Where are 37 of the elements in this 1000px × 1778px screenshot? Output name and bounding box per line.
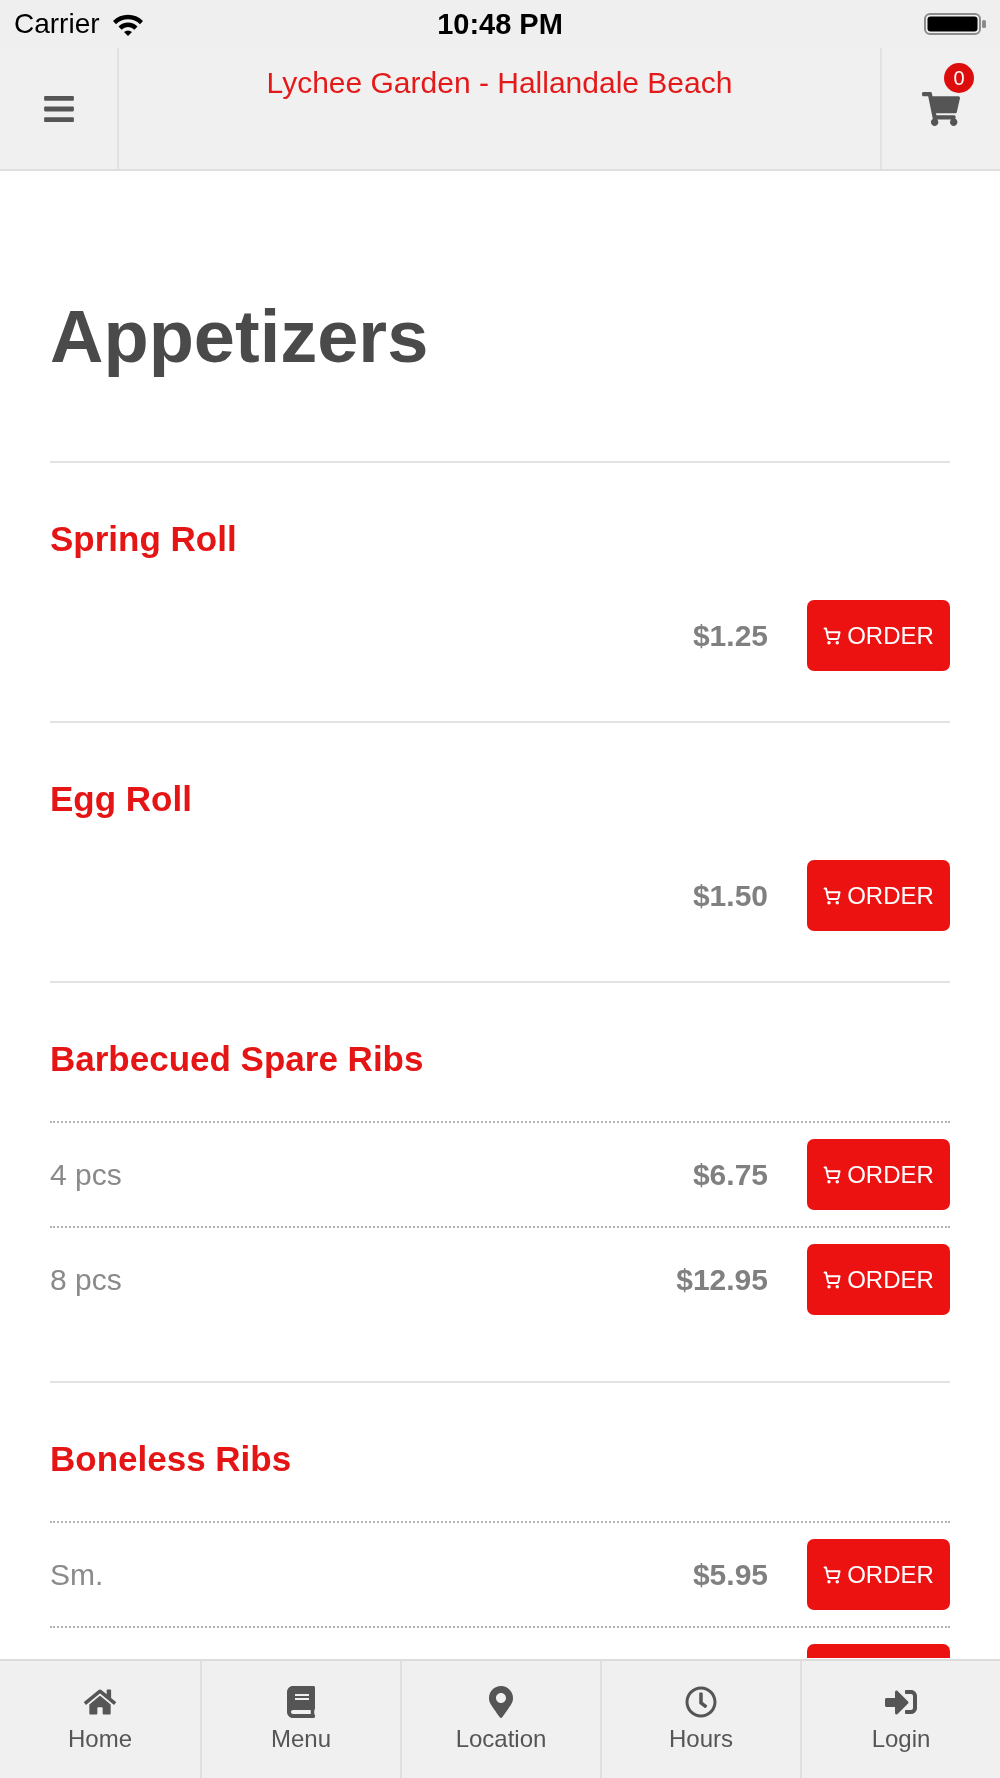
- size-label: 4 pcs: [50, 1156, 122, 1193]
- size-label: Sm.: [50, 1556, 104, 1593]
- tab-bar-item[interactable]: Menu: [200, 1661, 400, 1778]
- cart-icon: [823, 1565, 842, 1584]
- price: $6.75: [692, 1156, 768, 1193]
- order-button[interactable]: ORDER: [807, 860, 950, 931]
- cart-icon: [823, 1270, 842, 1289]
- order-button[interactable]: ORDER: [807, 600, 950, 671]
- clock-time: 10:48 PM: [437, 8, 563, 40]
- price: $12.95: [676, 1261, 768, 1298]
- cart-icon[interactable]: [922, 89, 960, 128]
- size-label: 8 pcs: [50, 1261, 122, 1298]
- clock-icon: [685, 1686, 717, 1718]
- cart-icon: [823, 626, 842, 645]
- cart-icon: [823, 1165, 842, 1184]
- battery-icon: [924, 13, 986, 35]
- price: $5.95: [692, 1556, 768, 1593]
- dish-name: Boneless Ribs: [50, 1439, 293, 1479]
- tab-bar-item[interactable]: Home: [0, 1661, 200, 1778]
- tab-bar-item[interactable]: Location: [400, 1661, 600, 1778]
- order-button[interactable]: ORDER: [807, 1244, 950, 1315]
- order-button[interactable]: ORDER: [807, 1539, 950, 1610]
- price: $1.25: [692, 617, 768, 654]
- cart-icon: [823, 886, 842, 905]
- price: $1.50: [692, 877, 768, 914]
- cart-count-badge: 0: [944, 62, 974, 93]
- dish-name: Egg Roll: [50, 779, 193, 819]
- dish-name: Barbecued Spare Ribs: [50, 1039, 425, 1079]
- section-heading: Appetizers: [50, 295, 430, 379]
- tab-bar-item[interactable]: Login: [800, 1661, 1000, 1778]
- dish-name: Spring Roll: [50, 519, 238, 559]
- restaurant-title: Lychee Garden - Hallandale Beach: [266, 65, 733, 101]
- order-button[interactable]: ORDER: [807, 1139, 950, 1210]
- book-icon: [285, 1686, 317, 1718]
- tab-bar-item[interactable]: Hours: [600, 1661, 800, 1778]
- wifi-icon: [111, 12, 144, 36]
- carrier-name: Carrier: [14, 8, 100, 40]
